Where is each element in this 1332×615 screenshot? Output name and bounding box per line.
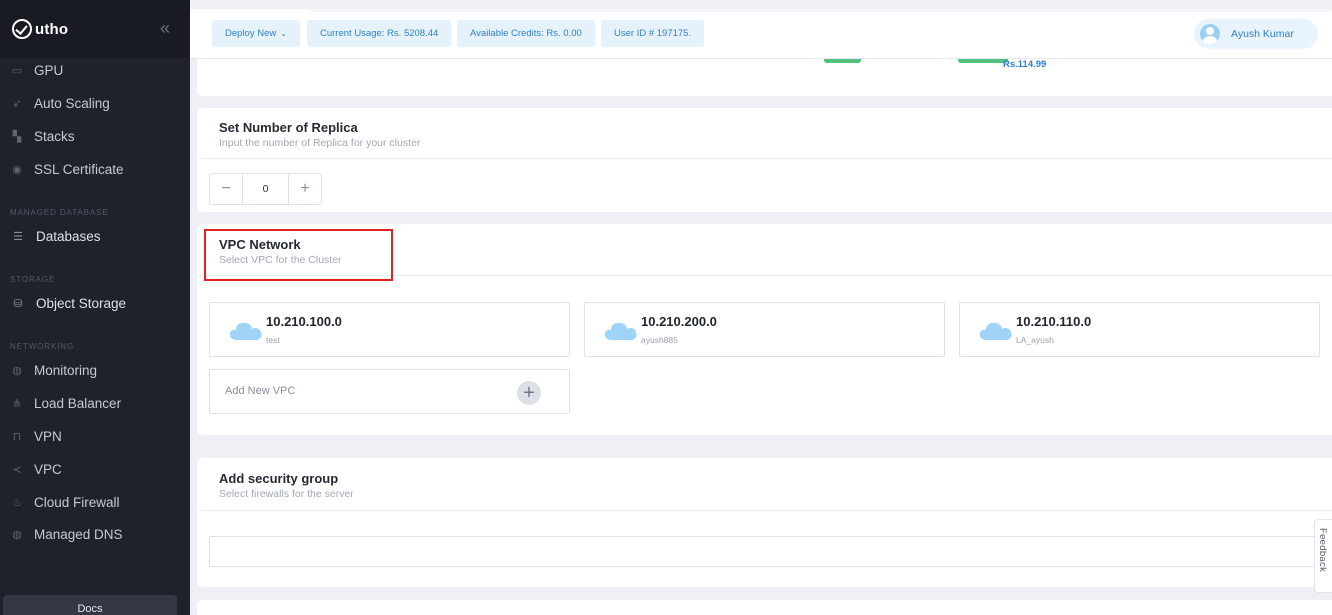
cloud-icon (979, 322, 1012, 340)
stacks-icon: ▚ (12, 130, 22, 143)
share-icon: ≺ (12, 463, 22, 476)
vpc-ip: 10.210.200.0 (641, 314, 717, 329)
globe-icon: ◍ (12, 364, 22, 377)
plus-icon: + (517, 381, 541, 405)
gpu-icon: ▭ (11, 64, 23, 77)
add-new-vpc-button[interactable]: Add New VPC + (209, 369, 570, 414)
lock-icon: ⊓ (12, 430, 22, 443)
sidebar: utho « ▭ GPU ➶ Auto Scaling ▚ Stacks ◉ S… (0, 0, 190, 615)
available-credits-badge[interactable]: Available Credits: Rs. 0.00 (457, 20, 595, 47)
current-usage-badge[interactable]: Current Usage: Rs. 5208.44 (307, 20, 452, 47)
logo-icon (12, 19, 32, 39)
section-label-networking: NETWORKING (10, 342, 75, 351)
certificate-icon: ◉ (12, 163, 22, 176)
add-new-vpc-label: Add New VPC (225, 385, 296, 397)
top-strip (310, 9, 1332, 12)
feedback-tab[interactable]: Feedback (1314, 519, 1332, 593)
section-label-managed-database: MANAGED DATABASE (10, 208, 109, 217)
status-badge (958, 59, 1008, 63)
vpc-option-card[interactable]: 10.210.100.0 test (209, 302, 570, 357)
sidebar-item-monitoring[interactable]: ◍ Monitoring (0, 358, 190, 382)
replica-title: Set Number of Replica (219, 120, 358, 135)
deploy-new-button[interactable]: Deploy New ⌄ (212, 20, 300, 47)
security-group-card: Add security group Select firewalls for … (197, 458, 1332, 587)
storage-icon: ⛁ (13, 297, 23, 310)
user-name: Ayush Kumar (1231, 28, 1294, 40)
rocket-icon: ➶ (12, 97, 22, 110)
sidebar-item-load-balancer[interactable]: ⋔ Load Balancer (0, 391, 190, 415)
decrement-button[interactable]: − (210, 174, 242, 204)
sidebar-item-stacks[interactable]: ▚ Stacks (0, 124, 190, 148)
vpc-name: LA_ayush (1016, 335, 1054, 345)
brand-name: utho (35, 20, 69, 38)
sidebar-item-vpn[interactable]: ⊓ VPN (0, 424, 190, 448)
sidebar-item-label: Monitoring (34, 362, 98, 378)
brand[interactable]: utho « (0, 0, 190, 58)
sidebar-item-label: Managed DNS (34, 526, 123, 542)
vpc-name: test (266, 335, 280, 345)
security-group-subtitle: Select firewalls for the server (219, 488, 354, 500)
vpc-option-card[interactable]: 10.210.200.0 ayush885 (584, 302, 945, 357)
sidebar-item-object-storage[interactable]: ⛁ Object Storage (0, 291, 190, 315)
vpc-name: ayush885 (641, 335, 678, 345)
sidebar-item-label: Auto Scaling (34, 95, 110, 111)
vpc-option-card[interactable]: 10.210.110.0 LA_ayush (959, 302, 1320, 357)
deploy-new-label: Deploy New (225, 28, 277, 39)
sidebar-item-label: Load Balancer (34, 395, 122, 411)
user-menu[interactable]: Ayush Kumar (1194, 19, 1318, 49)
section-label-storage: STORAGE (10, 275, 56, 284)
status-badge (824, 59, 861, 63)
increment-button[interactable]: + (289, 174, 321, 204)
avatar (1200, 24, 1220, 44)
docs-button[interactable]: Docs (3, 595, 177, 615)
sidebar-item-label: SSL Certificate (34, 161, 124, 177)
cloud-icon (229, 322, 262, 340)
topbar: Deploy New ⌄ Current Usage: Rs. 5208.44 … (190, 9, 1332, 59)
sidebar-item-cloud-firewall[interactable]: ♨ Cloud Firewall (0, 490, 190, 514)
firewall-icon: ♨ (12, 496, 22, 509)
vpc-ip: 10.210.100.0 (266, 314, 342, 329)
database-icon: ☰ (13, 230, 23, 243)
sidebar-item-label: GPU (34, 62, 64, 78)
network-icon: ⋔ (12, 397, 22, 410)
sidebar-item-vpc[interactable]: ≺ VPC (0, 457, 190, 481)
vpc-ip: 10.210.110.0 (1016, 314, 1092, 329)
sidebar-item-managed-dns[interactable]: ◍ Managed DNS (0, 522, 190, 546)
vpc-network-highlight (204, 229, 393, 281)
sidebar-item-label: Stacks (34, 128, 75, 144)
sidebar-item-label: Object Storage (36, 295, 127, 311)
sidebar-item-databases[interactable]: ☰ Databases (0, 224, 190, 248)
replica-card: Set Number of Replica Input the number o… (197, 108, 1332, 212)
sidebar-item-label: VPC (34, 461, 62, 477)
replica-count-input[interactable]: 0 (242, 174, 289, 204)
dns-icon: ◍ (12, 528, 22, 541)
plan-price: Rs.114.99 (1003, 59, 1047, 70)
sidebar-item-label: VPN (34, 428, 62, 444)
divider (197, 510, 1332, 511)
sidebar-item-gpu[interactable]: ▭ GPU (0, 58, 190, 82)
previous-card (197, 59, 1332, 96)
divider (197, 158, 1332, 159)
sidebar-item-label: Databases (36, 228, 101, 244)
security-group-select[interactable] (209, 536, 1332, 567)
collapse-sidebar-icon[interactable]: « (160, 18, 170, 39)
sidebar-item-ssl-certificate[interactable]: ◉ SSL Certificate (0, 157, 190, 181)
user-id-badge[interactable]: User ID # 197175. (601, 20, 705, 47)
security-group-title: Add security group (219, 471, 339, 486)
replica-stepper: − 0 + (209, 173, 322, 205)
sidebar-item-auto-scaling[interactable]: ➶ Auto Scaling (0, 91, 190, 115)
next-card (197, 600, 1332, 615)
chevron-down-icon: ⌄ (280, 29, 287, 38)
cloud-icon (604, 322, 637, 340)
sidebar-item-label: Cloud Firewall (34, 494, 120, 510)
replica-subtitle: Input the number of Replica for your clu… (219, 137, 421, 149)
feedback-label: Feedback (1317, 528, 1328, 573)
